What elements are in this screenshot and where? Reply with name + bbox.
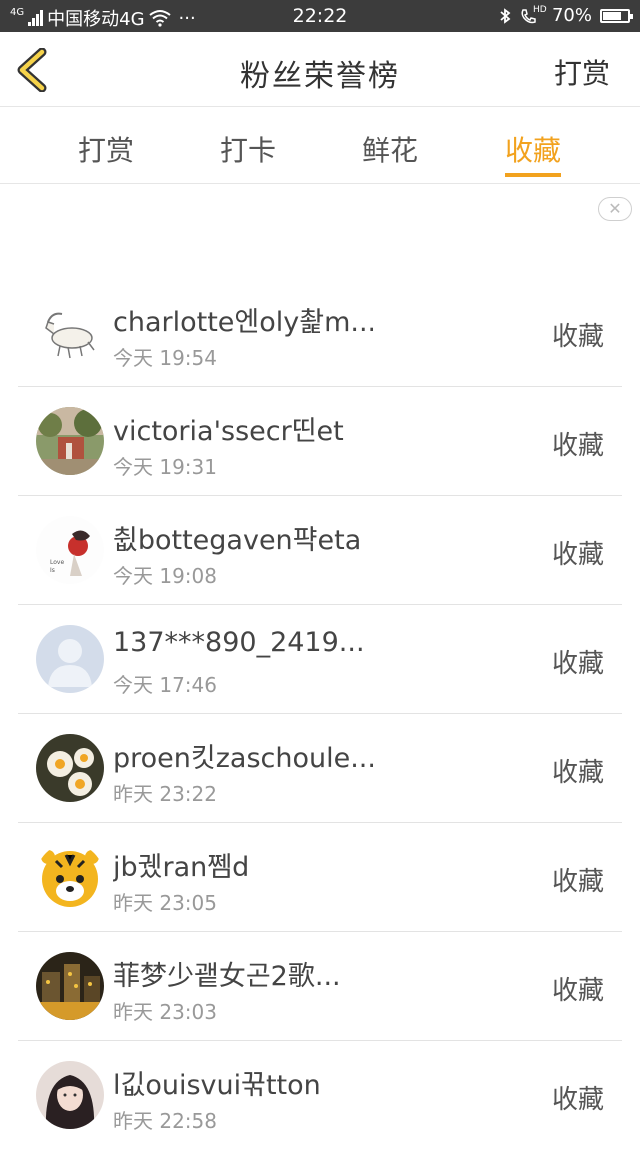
tab-checkin[interactable]: 打卡: [188, 129, 308, 169]
favorite-label: 收藏: [551, 649, 604, 679]
user-name: 菲梦少괱女곤2歌...: [113, 961, 341, 992]
tab-label: 打赏: [77, 134, 134, 167]
favorite-label: 收藏: [551, 431, 604, 461]
user-name: jb궸ran쩸d: [113, 852, 250, 883]
svg-text:Love: Love: [50, 559, 64, 566]
hd-call-icon: HD: [520, 4, 547, 25]
tab-label: 鲜花: [361, 134, 418, 167]
timestamp: 今天 19:54: [113, 346, 217, 370]
avatar: [36, 298, 104, 366]
user-name: proen킷zaschoule...: [113, 743, 373, 774]
list-item[interactable]: jb궸ran쩸d 昨天 23:05 收藏: [18, 823, 622, 932]
tab-reward[interactable]: 打赏: [46, 129, 166, 169]
tab-label: 打卡: [219, 134, 276, 167]
timestamp: 昨天 23:03: [113, 1000, 217, 1024]
bluetooth-icon: [500, 7, 511, 24]
timestamp: 昨天 22:58: [113, 1109, 217, 1133]
timestamp: 今天 19:31: [113, 455, 217, 479]
list-item[interactable]: proen킷zaschoule... 昨天 23:22 收藏: [18, 714, 622, 823]
reward-button[interactable]: 打赏: [554, 52, 610, 92]
page-title: 粉丝荣誉榜: [240, 59, 400, 94]
list-item[interactable]: charlotte엔oly촱m... 今天 19:54 收藏: [18, 278, 622, 387]
nav-bar: 粉丝荣誉榜 打赏: [0, 32, 640, 107]
tiger-icon: [36, 843, 104, 911]
favorite-label: 收藏: [551, 1085, 604, 1115]
favorite-label: 收藏: [551, 322, 604, 352]
tab-favorites[interactable]: 收藏: [473, 129, 593, 177]
timestamp: 今天 17:46: [113, 673, 217, 697]
battery-label: 70%: [551, 5, 592, 26]
avatar: [36, 734, 104, 802]
list-item[interactable]: 菲梦少괱女곤2歌... 昨天 23:03 收藏: [18, 932, 622, 1041]
favorite-label: 收藏: [551, 867, 604, 897]
status-bar: 4G 中国移动4G ··· 22:22 HD 70%: [0, 0, 640, 32]
user-name: charlotte엔oly촱m...: [113, 307, 373, 338]
avatar: [36, 952, 104, 1020]
tab-flowers[interactable]: 鲜花: [330, 129, 450, 169]
timestamp: 昨天 23:22: [113, 782, 217, 806]
tab-bar: 打赏 打卡 鲜花 收藏: [0, 107, 640, 184]
list-item[interactable]: Love Is 췺bottegaven퍅eta 今天 19:08 收藏: [18, 496, 622, 605]
tab-label: 收藏: [504, 134, 561, 167]
timestamp: 昨天 23:05: [113, 891, 217, 915]
svg-text:Is: Is: [50, 567, 55, 574]
list-item[interactable]: l깂ouisvui꾺tton 昨天 22:58 收藏: [18, 1041, 622, 1149]
favorite-label: 收藏: [551, 540, 604, 570]
status-right: HD 70%: [498, 4, 633, 26]
timestamp: 今天 19:08: [113, 564, 217, 588]
avatar: Love Is: [36, 516, 104, 584]
user-name: 췺bottegaven퍅eta: [113, 525, 362, 556]
list-item[interactable]: victoria'ssecr띤et 今天 19:31 收藏: [18, 387, 622, 496]
default-user-icon: [36, 625, 104, 693]
favorite-label: 收藏: [551, 976, 604, 1006]
list-item[interactable]: 137***890_2419... 今天 17:46 收藏: [18, 605, 622, 714]
user-name: victoria'ssecr띤et: [113, 416, 344, 447]
close-ad-button[interactable]: ✕: [598, 197, 632, 221]
fan-list: charlotte엔oly촱m... 今天 19:54 收藏 victoria'…: [18, 278, 622, 1149]
avatar: [36, 625, 104, 693]
user-name: l깂ouisvui꾺tton: [113, 1070, 321, 1101]
avatar: [36, 843, 104, 911]
hd-label: HD: [532, 4, 547, 15]
avatar: [36, 1061, 104, 1129]
favorite-label: 收藏: [551, 758, 604, 788]
avatar: [36, 407, 104, 475]
battery-icon: [600, 8, 633, 23]
active-tab-indicator: [505, 173, 561, 177]
user-name: 137***890_2419...: [113, 627, 365, 658]
